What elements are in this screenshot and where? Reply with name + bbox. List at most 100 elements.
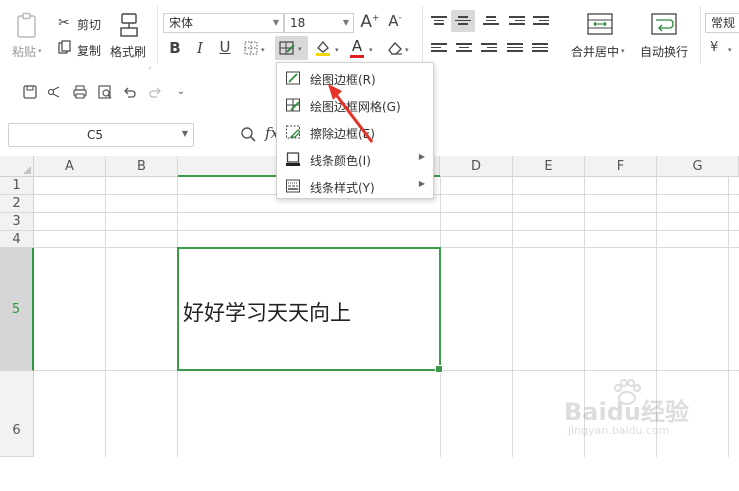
paste-icon[interactable] [14,12,40,40]
fill-color-dropdown-icon[interactable]: ▾ [335,46,339,54]
gridline [105,177,106,457]
font-color-dropdown-icon[interactable]: ▾ [369,46,373,54]
row-header-6[interactable]: 6 [0,371,34,457]
column-header-f[interactable]: F [585,156,657,177]
name-box[interactable]: C5 ▼ [8,123,194,147]
annotation-arrow-icon [328,84,374,143]
underline-button[interactable]: U [215,38,235,56]
draw-border-button[interactable]: ▾ [275,36,308,60]
gridline [34,230,739,231]
merge-center-button[interactable]: 合并居中 [571,43,619,60]
cut-button[interactable]: 剪切 [77,16,101,33]
copy-button[interactable]: 复制 [77,42,101,59]
print-preview-icon[interactable] [97,84,113,100]
separator [700,6,701,64]
column-header-a[interactable]: A [34,156,106,177]
font-name-select[interactable]: 宋体 ▼ [163,13,284,33]
print-icon[interactable] [72,84,88,100]
align-bottom-icon[interactable] [483,14,499,28]
chevron-down-icon: ▼ [342,18,349,27]
column-header-g[interactable]: G [657,156,739,177]
paste-button[interactable]: 粘贴 [12,43,36,60]
chevron-down-icon: ▾ [298,45,302,53]
draw-border-grid-icon [286,98,300,112]
wrap-text-button[interactable]: 自动换行 [640,43,688,60]
justify-icon[interactable] [507,41,523,55]
fill-handle[interactable] [435,365,443,373]
row-header-3[interactable]: 3 [0,213,34,231]
font-color-swatch [350,55,364,58]
line-style-icon [286,179,300,193]
column-header-d[interactable]: D [440,156,513,177]
number-format-select[interactable]: 常规 [705,13,739,33]
currency-icon[interactable]: ¥ [710,40,718,55]
bold-button[interactable]: B [165,39,185,57]
font-name-value: 宋体 [169,16,194,30]
row-header-4[interactable]: 4 [0,231,34,248]
chevron-down-icon: ▼ [181,129,188,138]
menu-item-label: 线条样式(Y) [310,181,375,195]
cell-c5-text: 好好学习天天向上 [183,301,351,325]
fill-color-icon[interactable] [314,39,332,57]
save-icon[interactable] [22,84,38,100]
watermark-url: jingyan.baidu.com [568,424,670,437]
chevron-down-icon: ▼ [272,18,279,27]
eraser-dropdown-icon[interactable]: ▾ [405,46,409,54]
align-left-icon[interactable] [431,41,447,55]
zoom-search-icon[interactable] [240,126,256,142]
border-icon[interactable] [244,41,258,55]
align-middle-icon [455,14,471,28]
menu-item-line-style[interactable]: 线条样式(Y) ▶ [277,173,433,200]
row-header-2[interactable]: 2 [0,195,34,213]
eraser-icon[interactable] [386,39,404,57]
font-size-value: 18 [290,16,306,30]
baidu-watermark: Baidu经验 jingyan.baidu.com [560,378,739,448]
font-color-button[interactable]: A [347,37,367,55]
separator [157,6,158,64]
gridline [512,177,513,457]
customize-toolbar-icon[interactable]: ⌄ [173,84,189,100]
draw-border-icon [286,71,300,85]
menu-item-line-color[interactable]: 线条颜色(I) ▶ [277,146,433,173]
clipboard-expand-icon[interactable]: ⌟ [148,62,151,70]
paste-dropdown-icon[interactable]: ▾ [38,47,42,55]
select-all-corner[interactable] [0,156,34,177]
watermark-brand: Baidu经验 [564,398,689,426]
share-icon[interactable] [46,84,62,100]
column-header-e[interactable]: E [513,156,585,177]
submenu-arrow-icon: ▶ [418,152,425,161]
distributed-align-icon[interactable] [532,41,548,55]
separator [422,6,423,64]
scissors-icon[interactable]: ✂ [58,15,70,31]
row-header-1[interactable]: 1 [0,177,34,195]
align-center-icon[interactable] [456,41,472,55]
merge-center-icon[interactable] [587,12,613,36]
row-header-5[interactable]: 5 [0,248,34,371]
increase-indent-icon[interactable] [533,14,549,28]
decrease-indent-icon[interactable] [509,14,525,28]
cell-c5[interactable]: 好好学习天天向上 [177,247,443,373]
increase-font-icon[interactable]: A+ [360,12,380,32]
column-header-b[interactable]: B [106,156,178,177]
align-top-icon[interactable] [431,14,447,28]
align-middle-button[interactable] [451,10,475,32]
name-box-value: C5 [86,128,103,142]
wrap-text-icon[interactable] [651,12,677,36]
font-size-select[interactable]: 18 ▼ [284,13,354,33]
gridline [34,212,739,213]
format-painter-button[interactable]: 格式刷 [110,43,146,60]
copy-icon[interactable] [58,40,72,54]
italic-button[interactable]: I [190,39,210,57]
number-format-value: 常规 [711,16,736,30]
line-color-icon [286,152,300,166]
redo-icon[interactable] [147,84,163,100]
submenu-arrow-icon: ▶ [418,179,425,188]
menu-item-label: 线条颜色(I) [310,154,371,168]
format-painter-icon[interactable] [117,12,141,38]
decrease-font-icon[interactable]: A- [385,12,405,30]
merge-dropdown-icon[interactable]: ▾ [621,47,625,55]
border-dropdown-icon[interactable]: ▾ [261,46,265,54]
currency-dropdown-icon[interactable]: ▾ [728,46,732,54]
align-right-icon[interactable] [481,41,497,55]
undo-icon[interactable] [122,84,138,100]
